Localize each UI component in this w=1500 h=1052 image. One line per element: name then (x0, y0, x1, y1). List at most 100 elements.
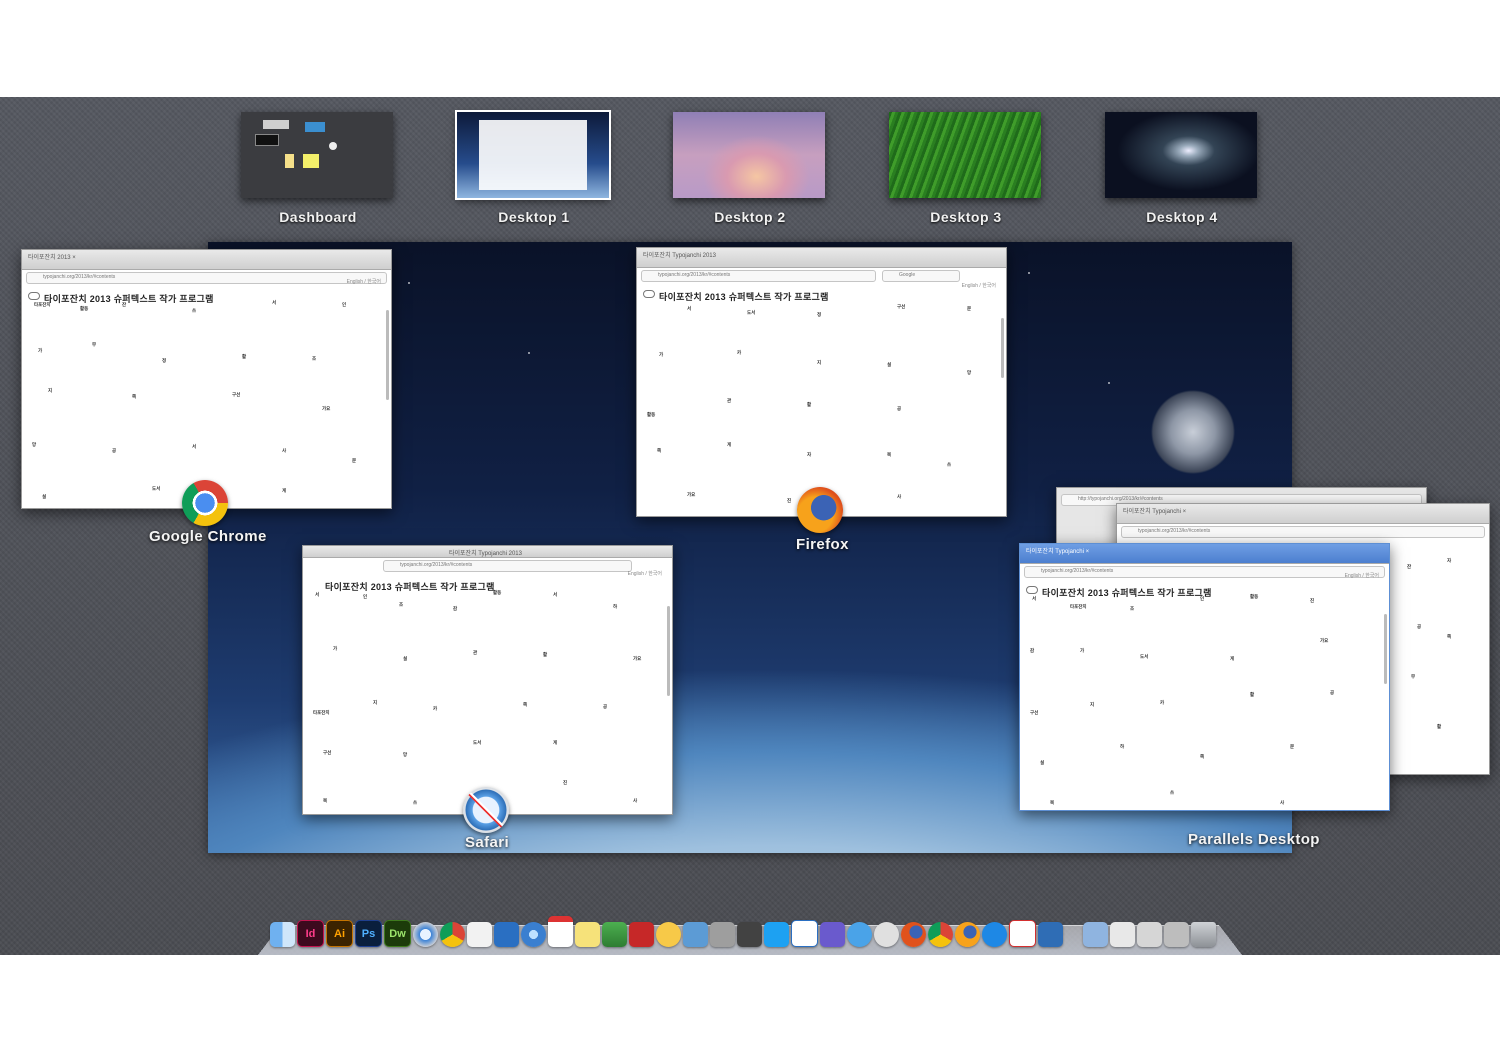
word-scatter: 서 타포잔치 조 인 활동 진 감 가 도서 게 가요 구선 지 카 활 공 설… (1030, 594, 1375, 805)
dreamweaver-icon[interactable]: Dw (384, 920, 411, 947)
word-item: 구선 (323, 750, 332, 755)
trash-icon[interactable] (1191, 922, 1216, 947)
internet-explorer-icon[interactable] (982, 922, 1007, 947)
word-item: 정 (162, 358, 167, 363)
word-item: 쪽 (1200, 754, 1205, 759)
safari-tab[interactable]: 타이포잔치 Typojanchi 2013 (449, 551, 522, 557)
word-item: 쪽 (1447, 634, 1452, 639)
space-desktop-2[interactable]: Desktop 2 (673, 112, 827, 225)
firefox-icon[interactable] (797, 487, 843, 533)
firefox-window[interactable]: 타이포잔치 Typojanchi 2013 typojanchi.org/201… (636, 247, 1007, 517)
parallels-tab[interactable]: 타이포잔치 Typojanchi × (1026, 549, 1089, 555)
safari-window[interactable]: 타이포잔치 Typojanchi 2013 typojanchi.org/201… (302, 545, 673, 815)
space-desktop-3[interactable]: Desktop 3 (889, 112, 1043, 225)
word-item: 카 (1160, 700, 1165, 705)
chrome-window[interactable]: 타이포잔치 2013 × typojanchi.org/2013/kr/#con… (21, 249, 392, 509)
language-switch[interactable]: English / 한국어 (962, 282, 996, 289)
parallels-back-url[interactable]: typojanchi.org/2013/kr/#contents (1121, 526, 1485, 538)
space-label: Dashboard (279, 209, 357, 225)
language-switch[interactable]: English / 한국어 (347, 278, 381, 285)
finder-icon[interactable] (270, 922, 295, 947)
word-item: 북 (1050, 800, 1055, 805)
space-desktop-4[interactable]: Desktop 4 (1105, 112, 1259, 225)
word-item: 감 (1030, 648, 1035, 653)
scrollbar[interactable] (386, 310, 389, 400)
scrollbar[interactable] (667, 606, 670, 696)
utility-icon[interactable] (710, 922, 735, 947)
scrollbar[interactable] (1384, 614, 1387, 684)
firefox-dock-icon[interactable] (901, 922, 926, 947)
word-item: 사 (1280, 800, 1285, 805)
word-item: 쓰 (192, 308, 197, 313)
word-item: 설 (1040, 760, 1045, 765)
word-item: 설 (403, 656, 408, 661)
scrollbar[interactable] (1001, 318, 1004, 378)
word-item: 가요 (633, 656, 642, 661)
pen-tool-icon[interactable] (820, 922, 845, 947)
word-item: 활동 (493, 590, 502, 595)
indesign-icon[interactable]: Id (297, 920, 324, 947)
safari-address-bar[interactable]: typojanchi.org/2013/kr/#contents (383, 560, 632, 572)
word-item: 망 (32, 442, 37, 447)
word-item: 활 (1250, 692, 1255, 697)
word-item: 가 (333, 646, 338, 651)
preview-icon[interactable] (602, 922, 627, 947)
site-nav: 타이포잔치 2013 슈퍼텍스트 작가 프로그램 (637, 282, 1006, 303)
calendar-icon[interactable] (548, 916, 573, 947)
twitter-icon[interactable] (764, 922, 789, 947)
word-item: 문 (967, 306, 972, 311)
downloads-stack-icon[interactable] (1137, 922, 1162, 947)
textedit-icon[interactable] (467, 922, 492, 947)
word-item: 북 (887, 452, 892, 457)
word-item: 인 (363, 594, 368, 599)
chrome-dock-icon[interactable] (440, 922, 465, 947)
desktop-4-thumbnail (1105, 112, 1257, 198)
messages-icon[interactable] (847, 922, 872, 947)
itunes-icon[interactable] (521, 922, 546, 947)
firefox-tab[interactable]: 타이포잔치 Typojanchi 2013 (643, 253, 716, 259)
chrome-canary-icon[interactable] (928, 922, 953, 947)
things-icon[interactable] (791, 920, 818, 947)
chrome-address-bar[interactable]: typojanchi.org/2013/kr/#contents (26, 272, 387, 284)
illustrator-icon[interactable]: Ai (326, 920, 353, 947)
space-label: Desktop 3 (930, 209, 1002, 225)
parallels-back-tab[interactable]: 타이포잔치 Typojanchi × (1123, 509, 1186, 515)
chrome-tab[interactable]: 타이포잔치 2013 × (28, 255, 76, 261)
parallels-address-bar[interactable]: typojanchi.org/2013/kr/#contents (1024, 566, 1385, 578)
contacts-icon[interactable] (874, 922, 899, 947)
parallels-tab-bar: 타이포잔치 Typojanchi × (1020, 544, 1389, 564)
safari-dock-icon[interactable] (413, 922, 438, 947)
chrome-icon[interactable] (182, 480, 228, 526)
photoshop-icon[interactable]: Ps (355, 920, 382, 947)
word-item: 활 (543, 652, 548, 657)
word-item: 게 (1230, 656, 1235, 661)
firefox-address-bar[interactable]: typojanchi.org/2013/kr/#contents (641, 270, 876, 282)
documents-stack-icon[interactable] (1110, 922, 1135, 947)
firefox-search-bar[interactable]: Google (882, 270, 960, 282)
word-item: 문 (1290, 744, 1295, 749)
camera-icon[interactable] (737, 922, 762, 947)
firefox-aurora-icon[interactable] (955, 922, 980, 947)
cyberduck-icon[interactable] (656, 922, 681, 947)
safari-app-label: Safari (465, 834, 510, 851)
stickies-icon[interactable] (575, 922, 600, 947)
space-dashboard[interactable]: Dashboard (241, 112, 395, 225)
word-item: 설 (887, 362, 892, 367)
word-item: 설 (42, 494, 47, 499)
parallels-dock-icon[interactable] (1038, 922, 1063, 947)
word-item: 조 (1130, 606, 1135, 611)
language-switch[interactable]: English / 한국어 (628, 570, 662, 577)
language-switch[interactable]: English / 한국어 (1345, 572, 1379, 579)
scanner-icon[interactable] (683, 922, 708, 947)
word-icon[interactable] (494, 922, 519, 947)
acrobat-icon[interactable] (1009, 920, 1036, 947)
word-item: 구선 (897, 304, 906, 309)
space-desktop-1[interactable]: Desktop 1 (455, 110, 611, 225)
safari-icon[interactable] (463, 787, 509, 833)
books-icon[interactable] (629, 922, 654, 947)
applications-folder-icon[interactable] (1083, 922, 1108, 947)
parallels-window-front[interactable]: 타이포잔치 Typojanchi × typojanchi.org/2013/k… (1019, 543, 1390, 811)
word-item: 관 (727, 398, 732, 403)
word-item: 게 (282, 488, 287, 493)
stack-icon[interactable] (1164, 922, 1189, 947)
